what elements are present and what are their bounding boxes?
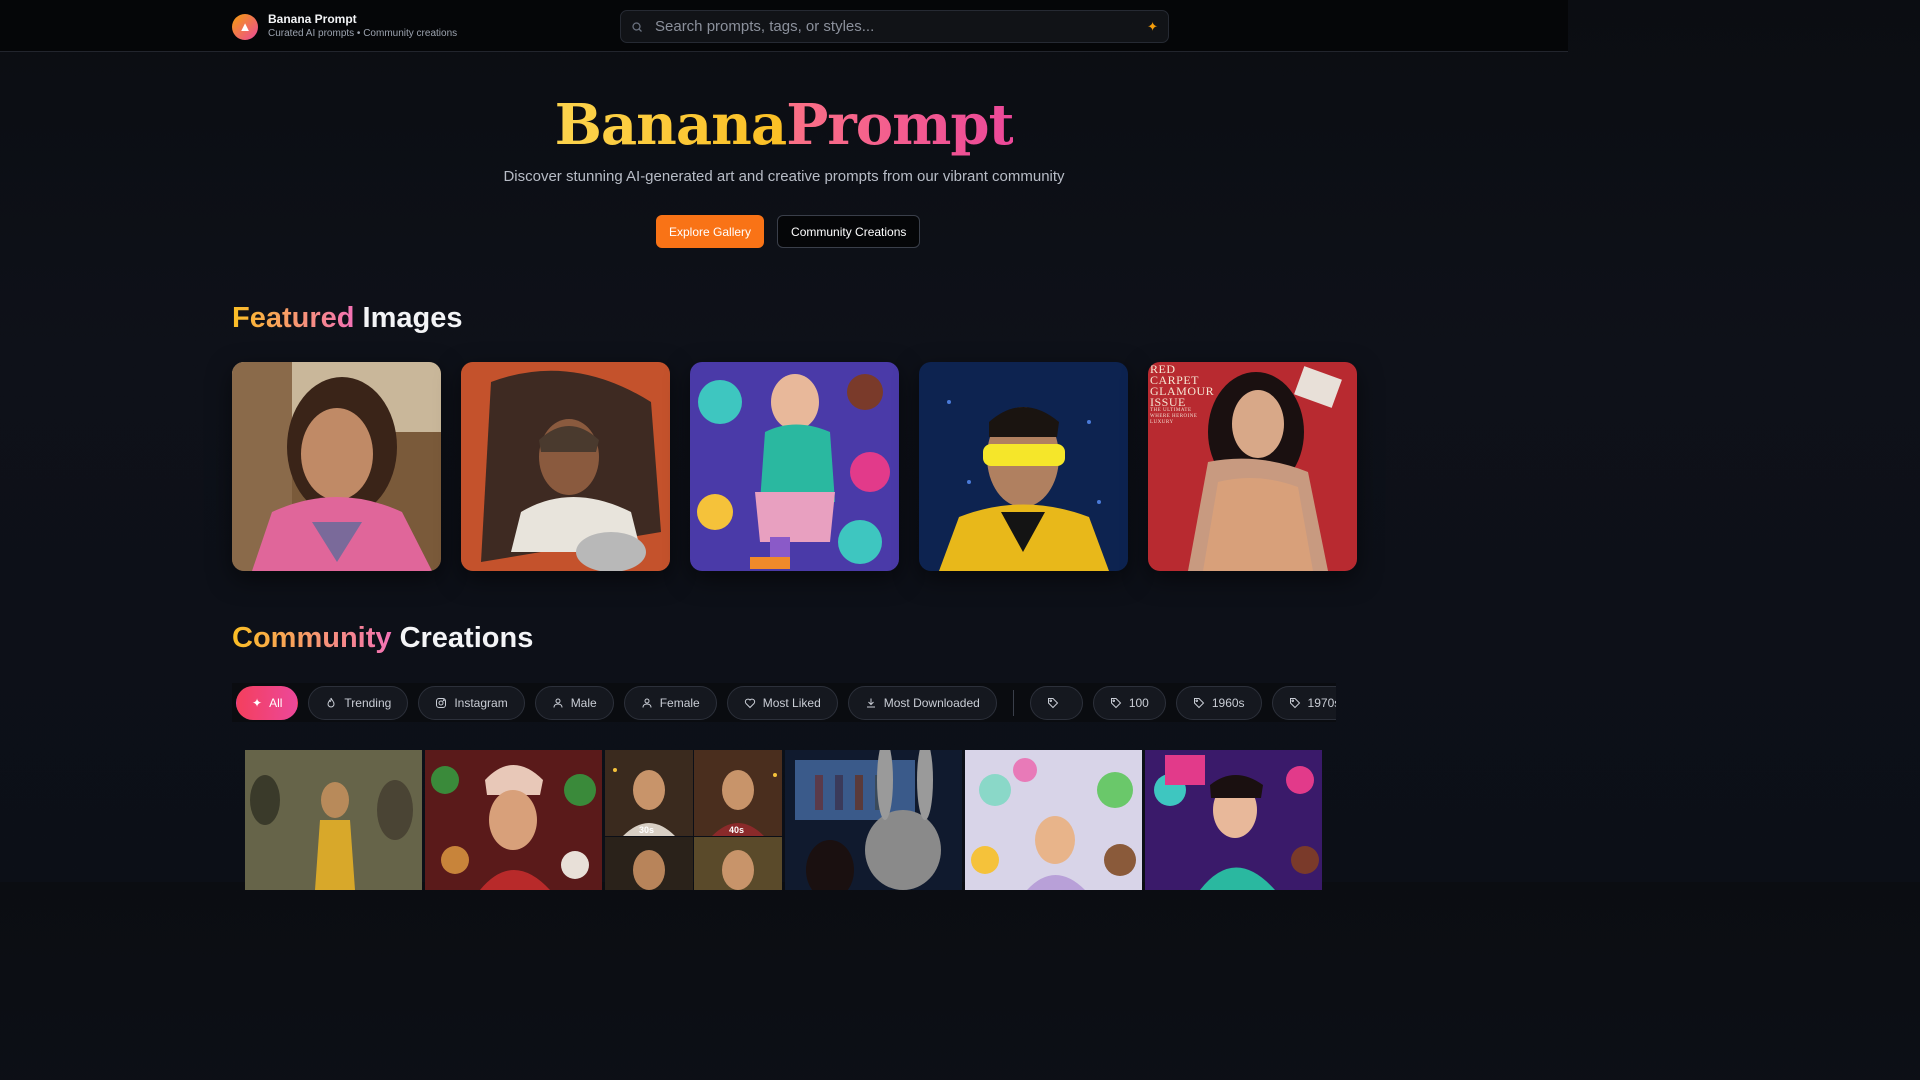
community-heading-accent: Community [232, 622, 392, 654]
brand-title: Banana Prompt [268, 12, 357, 26]
hero-subtitle: Discover stunning AI-generated art and c… [503, 168, 1065, 185]
grid-item[interactable] [425, 750, 602, 890]
featured-heading-accent: Featured [232, 302, 355, 334]
heart-icon [744, 698, 755, 708]
search-bar[interactable]: ✦ [620, 10, 1169, 43]
download-icon [866, 698, 875, 707]
banana-icon: ▲ [232, 13, 258, 40]
brand-subtitle: Curated AI prompts • Community creations [268, 28, 458, 39]
sparkle-icon: ✦ [252, 695, 263, 710]
magazine-cover-text: RED CARPET GLAMOUR ISSUE THE ULTIMATE WH… [1150, 362, 1215, 425]
featured-images: RED CARPET GLAMOUR ISSUE THE ULTIMATE WH… [232, 362, 1357, 571]
hero-title-prompt: Prompt [786, 92, 1014, 158]
featured-image-3[interactable] [690, 362, 899, 571]
filter-all[interactable]: ✦ All [236, 685, 299, 720]
filter-instagram[interactable]: Instagram [418, 685, 525, 720]
filter-most-downloaded[interactable]: Most Downloaded [847, 685, 997, 720]
search-icon [632, 21, 642, 32]
grid-item[interactable] [245, 750, 422, 890]
tag-icon [1193, 697, 1205, 708]
tag-chip-1970s[interactable]: 1970s [1271, 685, 1336, 720]
tag-icon [1110, 697, 1122, 708]
tag-chip-100[interactable]: 100 [1092, 685, 1166, 720]
featured-heading: Featured Images [232, 302, 463, 335]
age-label: 40s [729, 825, 745, 835]
instagram-icon [436, 697, 447, 708]
community-heading: Community Creations [232, 622, 533, 655]
top-bar: ▲ Banana Prompt Curated AI prompts • Com… [0, 0, 1568, 52]
featured-image-1[interactable] [232, 362, 441, 571]
user-icon [553, 698, 563, 708]
sparkle-icon[interactable]: ✦ [1147, 19, 1158, 35]
filter-divider [1012, 689, 1014, 716]
filter-bar: ✦ All Trending Instagram Male Female Mos… [232, 683, 1336, 722]
featured-heading-rest: Images [362, 302, 463, 334]
flame-icon [327, 697, 335, 707]
featured-image-4[interactable] [919, 362, 1128, 571]
grid-item[interactable]: 30s 40s [605, 750, 782, 890]
filter-trending[interactable]: Trending [308, 685, 409, 720]
featured-image-2[interactable] [461, 362, 670, 571]
filter-female[interactable]: Female [623, 685, 717, 720]
tag-chip-empty[interactable] [1029, 685, 1083, 720]
grid-item[interactable] [965, 750, 1142, 890]
community-creations-button[interactable]: Community Creations [777, 215, 921, 248]
filter-most-liked[interactable]: Most Liked [726, 685, 838, 720]
featured-image-5[interactable]: RED CARPET GLAMOUR ISSUE THE ULTIMATE WH… [1148, 362, 1357, 571]
tag-icon [1289, 697, 1300, 708]
explore-gallery-button[interactable]: Explore Gallery [656, 215, 765, 248]
age-label: 30s [639, 825, 655, 835]
grid-item[interactable] [785, 750, 962, 890]
grid-item[interactable] [1145, 750, 1322, 890]
tag-chip-1960s[interactable]: 1960s [1175, 685, 1262, 720]
community-heading-rest: Creations [399, 622, 534, 654]
tag-icon [1047, 697, 1059, 708]
hero-title-banana: Banana [554, 92, 788, 158]
brand[interactable]: ▲ Banana Prompt Curated AI prompts • Com… [232, 12, 457, 41]
filter-male[interactable]: Male [534, 685, 614, 720]
user-icon [642, 698, 652, 708]
community-grid: 30s 40s [245, 750, 1322, 890]
hero-title: BananaPrompt [0, 90, 1568, 160]
search-input[interactable] [643, 18, 1148, 35]
